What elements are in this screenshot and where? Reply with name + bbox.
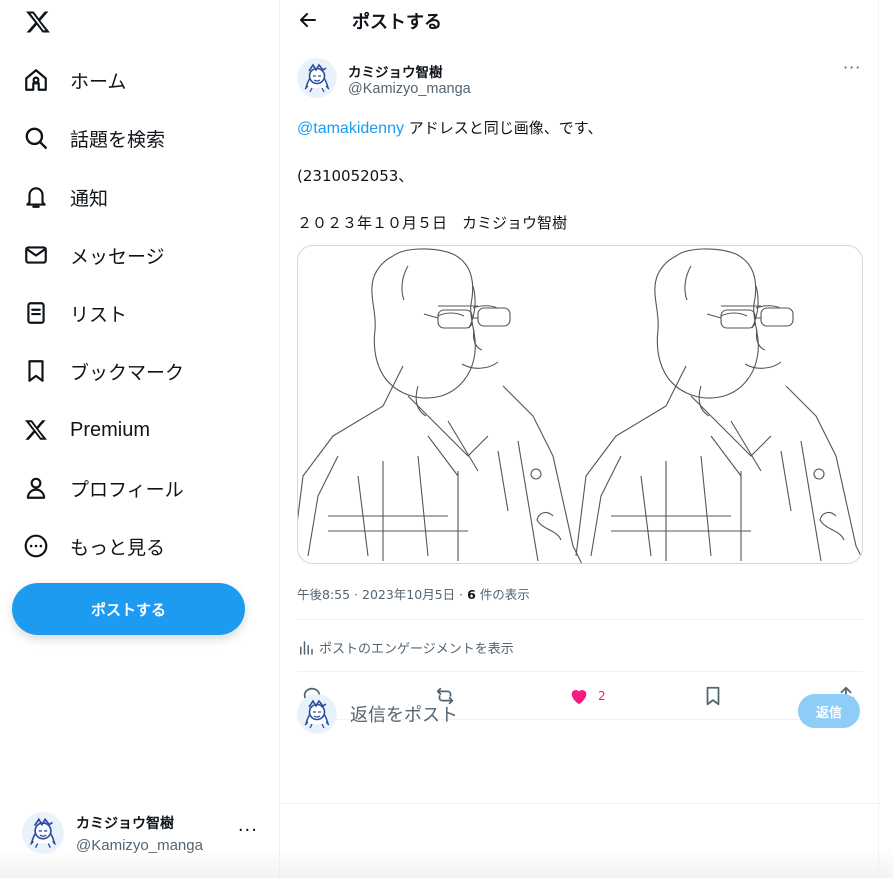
analytics-icon bbox=[297, 639, 315, 657]
sidebar-item-lists[interactable]: リスト bbox=[22, 293, 127, 333]
bookmark-icon bbox=[22, 357, 50, 385]
mention-link[interactable]: @tamakidenny bbox=[297, 120, 404, 137]
arrow-left-icon[interactable] bbox=[296, 8, 320, 32]
sidebar-item-label: 話題を検索 bbox=[70, 128, 166, 151]
bell-icon bbox=[22, 183, 50, 211]
view-engagements-link[interactable]: ポストのエンゲージメントを表示 bbox=[297, 638, 514, 657]
post-button[interactable]: ポストする bbox=[12, 583, 245, 635]
sidebar-item-premium[interactable]: Premium bbox=[22, 410, 150, 450]
person-icon bbox=[22, 474, 50, 502]
sidebar-item-more[interactable]: もっと見る bbox=[22, 526, 165, 566]
post-text-line: ２０２３年１０月５日 カミジョウ智樹 bbox=[297, 214, 568, 232]
line-drawing-portrait-left bbox=[298, 248, 583, 563]
more-icon[interactable]: ··· bbox=[238, 820, 258, 841]
sidebar-item-home[interactable]: ホーム bbox=[22, 60, 126, 100]
sidebar-item-label: メッセージ bbox=[70, 245, 165, 268]
author-handle[interactable]: @Kamizyo_manga bbox=[348, 81, 471, 97]
envelope-icon bbox=[22, 241, 50, 269]
bottom-shade bbox=[0, 848, 893, 878]
post-text-line: (2310052053、 bbox=[297, 167, 414, 185]
sidebar-item-label: ホーム bbox=[70, 70, 127, 93]
main-column: ポストする カミジョウ智樹 @Kamizyo_manga ··· @tamaki… bbox=[279, 0, 880, 878]
sidebar-item-label: ブックマーク bbox=[70, 361, 185, 384]
divider bbox=[280, 803, 880, 804]
sidebar-item-label: 通知 bbox=[70, 187, 109, 210]
line-drawing-portrait-right bbox=[575, 248, 862, 562]
divider bbox=[297, 619, 863, 620]
avatar[interactable] bbox=[297, 58, 337, 98]
more-circle-icon bbox=[22, 532, 50, 560]
reply-composer: 返信をポスト 返信 bbox=[280, 688, 880, 740]
sidebar-item-label: もっと見る bbox=[70, 536, 166, 559]
post-text-line: @tamakidenny アドレスと同じ画像、です、 bbox=[297, 117, 603, 138]
divider bbox=[297, 671, 863, 672]
sidebar-item-bookmarks[interactable]: ブックマーク bbox=[22, 351, 184, 391]
sidebar-item-explore[interactable]: 話題を検索 bbox=[22, 118, 165, 158]
views-count: 6 bbox=[467, 587, 476, 602]
more-icon[interactable]: ··· bbox=[843, 58, 861, 77]
header: ポストする bbox=[280, 0, 880, 40]
x-logo-icon bbox=[22, 416, 50, 444]
list-icon bbox=[22, 299, 50, 327]
x-logo-icon[interactable] bbox=[24, 9, 52, 35]
sidebar-item-label: リスト bbox=[70, 303, 128, 326]
author-display-name[interactable]: カミジョウ智樹 bbox=[348, 61, 443, 81]
sidebar: ホーム 話題を検索 通知 メッセージ リスト ブックマーク Premium プロ… bbox=[0, 0, 279, 878]
sidebar-item-label: Premium bbox=[70, 418, 151, 441]
post-image[interactable] bbox=[297, 245, 863, 564]
post-time[interactable]: 午後8:55 · 2023年10月5日 · bbox=[297, 587, 467, 602]
avatar bbox=[297, 694, 337, 734]
views-label: 件の表示 bbox=[475, 587, 530, 602]
post-text-fragment: アドレスと同じ画像、です、 bbox=[403, 119, 603, 137]
engagement-label: ポストのエンゲージメントを表示 bbox=[319, 642, 514, 657]
account-display-name: カミジョウ智樹 bbox=[76, 815, 174, 832]
reply-input[interactable]: 返信をポスト bbox=[350, 701, 458, 727]
sidebar-item-notifications[interactable]: 通知 bbox=[22, 177, 108, 217]
page-title: ポストする bbox=[352, 12, 442, 33]
sidebar-item-label: プロフィール bbox=[70, 478, 184, 501]
sidebar-item-profile[interactable]: プロフィール bbox=[22, 468, 184, 508]
search-icon bbox=[22, 124, 50, 152]
home-icon bbox=[22, 66, 50, 94]
sidebar-item-messages[interactable]: メッセージ bbox=[22, 235, 165, 275]
reply-submit-button[interactable]: 返信 bbox=[798, 694, 860, 728]
post-timestamp: 午後8:55 · 2023年10月5日 · 6 件の表示 bbox=[297, 584, 530, 603]
